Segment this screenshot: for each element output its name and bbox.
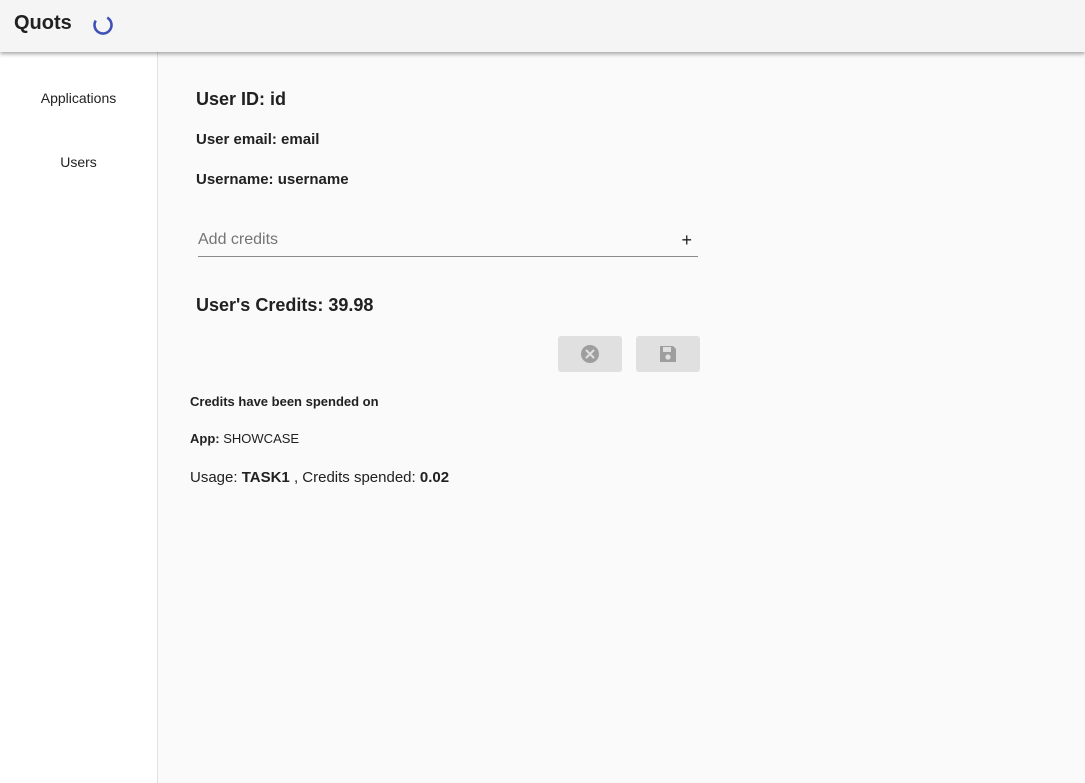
- save-floppy-icon: [660, 346, 676, 362]
- sidebar: Applications Users: [0, 52, 158, 783]
- sidebar-item-users[interactable]: Users: [0, 154, 157, 170]
- cancel-button[interactable]: [558, 336, 622, 372]
- cancel-circle-icon: [581, 345, 599, 363]
- app-name: SHOWCASE: [223, 431, 300, 446]
- user-email-heading: User email: email: [196, 131, 320, 148]
- top-toolbar: Quots: [0, 0, 1085, 52]
- credits-spended-label: , Credits spended:: [293, 469, 416, 486]
- sidebar-item-applications[interactable]: Applications: [0, 90, 157, 106]
- spending-app-line: App: SHOWCASE: [190, 431, 299, 446]
- username-heading: Username: username: [196, 171, 349, 188]
- add-credits-field: +: [198, 228, 698, 257]
- usage-line: Usage: TASK1 , Credits spended: 0.02: [190, 469, 449, 486]
- spending-title: Credits have been spended on: [190, 394, 379, 409]
- credits-spended-value: 0.02: [419, 469, 450, 486]
- user-credits-heading: User's Credits: 39.98: [196, 295, 374, 315]
- app-title: Quots: [14, 12, 72, 34]
- loading-spinner-icon: [92, 14, 114, 36]
- save-button[interactable]: [636, 336, 700, 372]
- user-detail-panel: User ID: id User email: email Username: …: [158, 52, 1085, 783]
- plus-icon[interactable]: +: [681, 230, 692, 250]
- user-id-heading: User ID: id: [196, 89, 287, 109]
- usage-label: Usage:: [190, 469, 238, 486]
- app-label: App:: [190, 431, 220, 446]
- add-credits-input[interactable]: [198, 228, 668, 252]
- usage-name: TASK1: [241, 469, 290, 486]
